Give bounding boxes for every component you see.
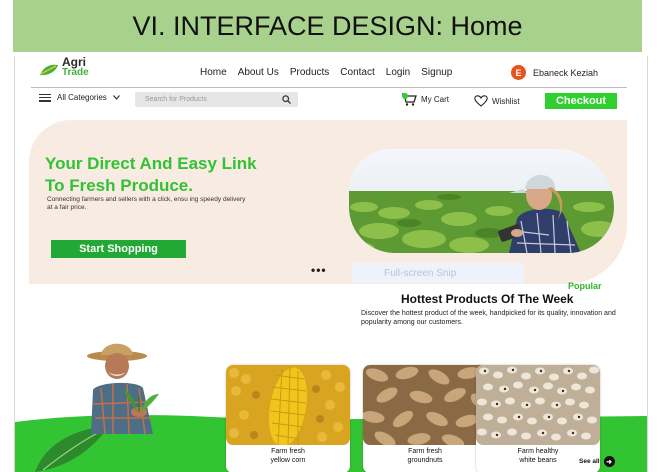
search-icon[interactable] (282, 95, 291, 104)
see-all-label: See all (579, 458, 600, 465)
slide-title: VI. INTERFACE DESIGN: Home (132, 10, 523, 41)
checkout-button[interactable]: Checkout (545, 93, 617, 109)
app-screenshot: Agri Trade Home About Us Products Contac… (14, 56, 648, 472)
all-categories-dropdown[interactable]: All Categories (39, 93, 120, 102)
hero-headline: Your Direct And Easy Link To Fresh Produ… (45, 153, 257, 197)
hero-farmer-image (349, 149, 614, 253)
nav-about-us[interactable]: About Us (238, 67, 279, 78)
popular-eyebrow: Popular (568, 281, 602, 291)
chevron-down-icon (112, 95, 120, 100)
hero-headline-line2: To Fresh Produce. (45, 176, 193, 195)
avatar: E (511, 65, 526, 80)
main-nav: Home About Us Products Contact Login Sig… (200, 67, 452, 78)
arrow-right-icon: ➜ (603, 456, 615, 467)
hero-subtext: Connecting farmers and sellers with a cl… (47, 196, 246, 211)
slide-title-banner: VI. INTERFACE DESIGN: Home (13, 0, 642, 52)
more-options-icon[interactable]: ••• (311, 263, 327, 277)
my-cart-button[interactable]: My Cart (401, 93, 449, 106)
farmer-with-plant-image (87, 343, 159, 434)
leaf-logo-icon (40, 64, 58, 76)
logo-wordmark-agri: Agri (62, 56, 86, 69)
nav-login[interactable]: Login (386, 67, 410, 78)
wishlist-label: Wishlist (492, 96, 520, 106)
cart-icon (402, 93, 417, 106)
wishlist-button[interactable]: Wishlist (474, 95, 520, 107)
user-profile[interactable]: E Ebaneck Keziah (511, 65, 598, 80)
user-name: Ebaneck Keziah (533, 67, 599, 78)
logo-wordmark-trade: Trade (62, 67, 89, 78)
search-placeholder: Search for Products (145, 96, 207, 103)
product-card-groundnuts[interactable]: Farm fresh groundnuts (363, 365, 487, 472)
corn-image (226, 365, 350, 445)
product-name: Farm fresh yellow corn (270, 448, 306, 464)
section-title: Hottest Products Of The Week (401, 292, 574, 306)
groundnuts-image (363, 365, 487, 445)
full-screen-snip-overlay: Full-screen Snip (352, 263, 524, 283)
logo[interactable]: Agri Trade (39, 56, 89, 78)
section-description: Discover the hottest product of the week… (361, 310, 616, 326)
search-input[interactable]: Search for Products (135, 92, 298, 107)
nav-home[interactable]: Home (200, 67, 227, 78)
categories-label: All Categories (57, 93, 107, 102)
see-all-link[interactable]: See all ➜ (579, 456, 615, 467)
white-beans-image (476, 365, 600, 445)
start-shopping-button[interactable]: Start Shopping (51, 240, 186, 258)
nav-contact[interactable]: Contact (340, 67, 374, 78)
nav-signup[interactable]: Signup (421, 67, 452, 78)
product-card-yellow-corn[interactable]: Farm fresh yellow corn (226, 365, 350, 472)
heart-icon (474, 95, 488, 107)
header-divider (31, 87, 627, 88)
cart-label: My Cart (421, 95, 449, 104)
menu-icon (39, 93, 51, 102)
product-name: Farm fresh groundnuts (407, 448, 443, 464)
nav-products[interactable]: Products (290, 67, 329, 78)
hero-headline-line1: Your Direct And Easy Link (45, 154, 257, 173)
